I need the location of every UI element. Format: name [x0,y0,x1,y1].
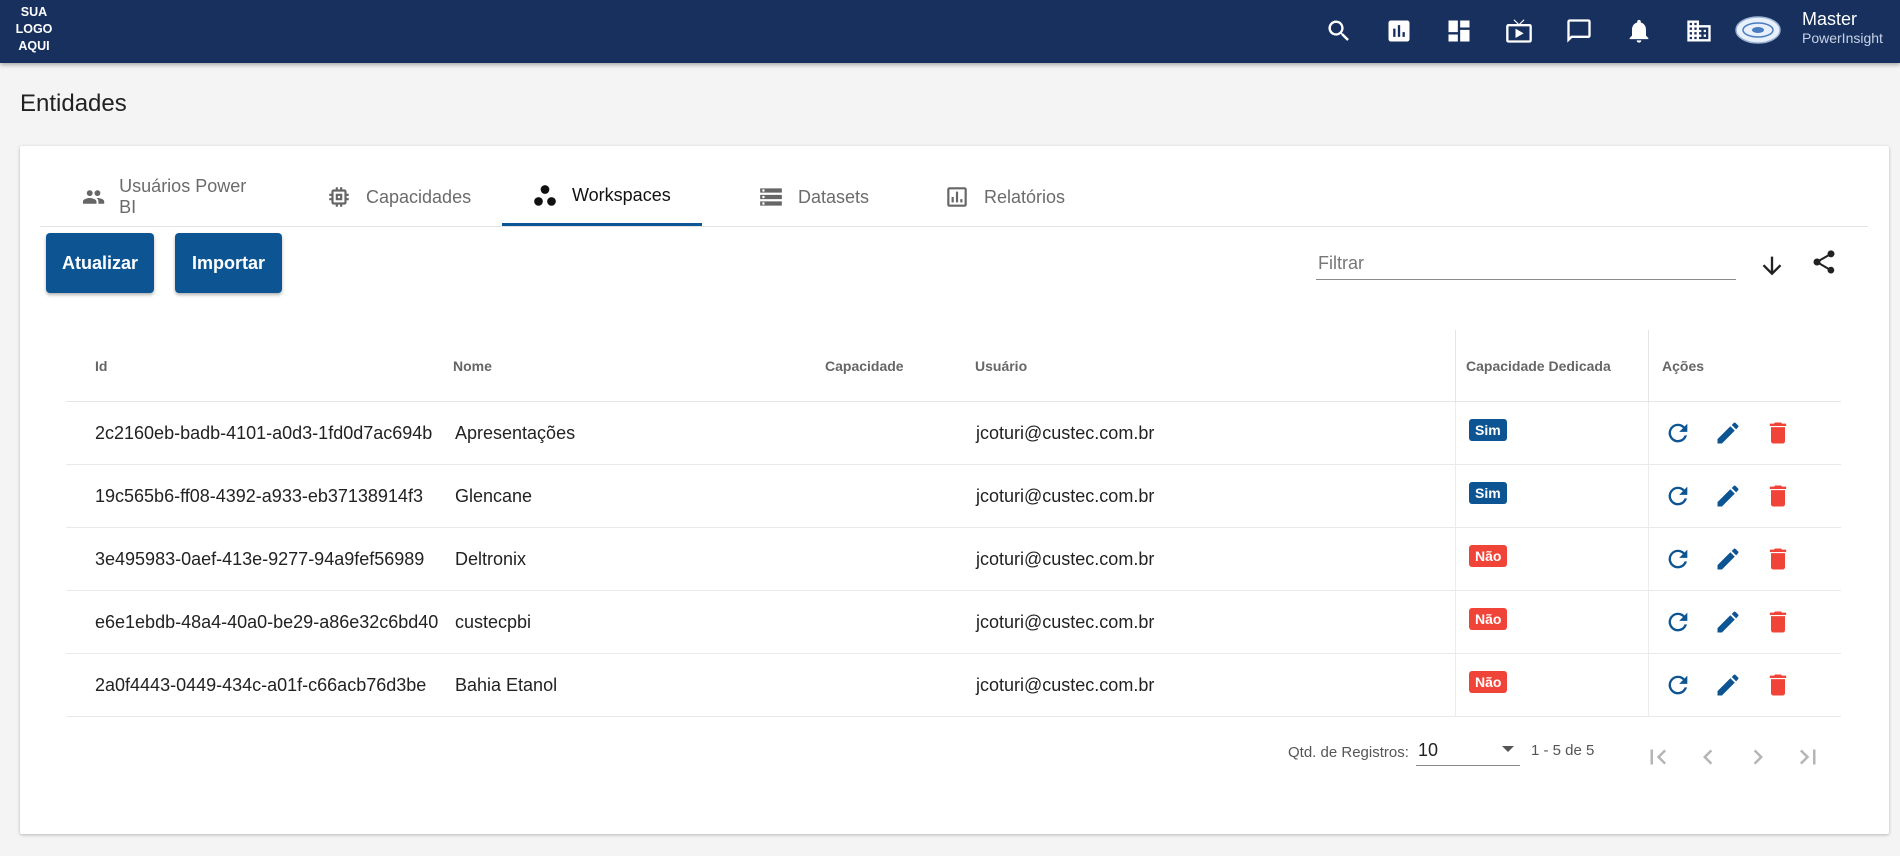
cell-id: e6e1ebdb-48a4-40a0-be29-a86e32c6bd40 [95,611,439,632]
logo[interactable]: SUA LOGO AQUI [14,4,54,55]
cell-id: 3e495983-0aef-413e-9277-94a9fef56989 [95,548,425,569]
cell-name: custecpbi [455,611,532,632]
tab-powerbi-users[interactable]: Usuários Power BI [52,168,252,226]
refresh-button[interactable]: Atualizar [46,233,154,293]
page-size-value: 10 [1418,740,1439,760]
dedicated-badge: Não [1469,671,1508,693]
import-button[interactable]: Importar [175,233,282,293]
refresh-icon[interactable] [1661,416,1695,450]
column-header-capacity[interactable]: Capacidade [825,330,904,401]
report-icon[interactable] [1382,14,1416,48]
tab-capacities[interactable]: Capacidades [296,168,476,226]
users-icon [82,190,105,204]
tab-bar: Usuários Power BI Capacidades Workspaces… [40,168,1868,227]
column-header-actions: Ações [1648,330,1841,401]
last-page-icon[interactable] [1791,740,1825,774]
cell-user: jcoturi@custec.com.br [976,611,1155,632]
dedicated-badge: Sim [1469,419,1507,441]
column-header-name[interactable]: Nome [453,330,492,401]
tab-label: Datasets [798,186,870,207]
page-title: Entidades [20,90,127,117]
edit-icon[interactable] [1711,668,1745,702]
cell-name: Deltronix [455,548,527,569]
cell-id: 2a0f4443-0449-434c-a01f-c66acb76d3be [95,674,427,695]
filter-input[interactable] [1316,248,1736,280]
search-icon[interactable] [1322,14,1356,48]
tab-label: Usuários Power BI [119,176,247,217]
dashboard-icon[interactable] [1442,14,1476,48]
tab-workspaces[interactable]: Workspaces [502,168,702,226]
column-header-id[interactable]: Id [95,330,107,401]
dedicated-badge: Sim [1469,482,1507,504]
tab-label: Capacidades [366,186,472,207]
delete-icon[interactable] [1761,668,1795,702]
table-row[interactable]: 3e495983-0aef-413e-9277-94a9fef56989 Del… [66,528,1841,591]
tab-label: Workspaces [572,185,671,205]
page-range: 1 - 5 de 5 [1531,742,1595,759]
user-org: PowerInsight [1802,30,1883,46]
refresh-icon[interactable] [1661,668,1695,702]
share-icon[interactable] [1808,246,1840,278]
edit-icon[interactable] [1711,416,1745,450]
cell-name: Bahia Etanol [455,674,558,695]
column-header-user[interactable]: Usuário [975,330,1027,401]
tv-icon[interactable] [1502,14,1536,48]
storage-icon [760,188,782,206]
tab-reports[interactable]: Relatórios [914,168,1094,226]
table-row[interactable]: 2a0f4443-0449-434c-a01f-c66acb76d3be Bah… [66,654,1841,717]
user-name: Master [1802,9,1858,29]
edit-icon[interactable] [1711,605,1745,639]
edit-icon[interactable] [1711,542,1745,576]
building-icon[interactable] [1682,14,1716,48]
avatar[interactable] [1735,15,1781,45]
first-page-icon[interactable] [1641,740,1675,774]
refresh-icon[interactable] [1661,479,1695,513]
next-page-icon[interactable] [1741,740,1775,774]
cell-id: 2c2160eb-badb-4101-a0d3-1fd0d7ac694b [95,422,433,443]
logo-line: SUA [20,5,48,19]
arrow-down-icon[interactable] [1756,250,1788,282]
refresh-icon[interactable] [1661,605,1695,639]
delete-icon[interactable] [1761,605,1795,639]
chart-icon [947,187,967,207]
page-size-select[interactable]: 10 [1416,734,1520,766]
logo-line: AQUI [18,39,50,53]
tab-datasets[interactable]: Datasets [728,168,908,226]
table-row[interactable]: e6e1ebdb-48a4-40a0-be29-a86e32c6bd40 cus… [66,591,1841,654]
workspaces-table: Id Nome Capacidade Usuário Capacidade De… [66,330,1841,717]
tab-label: Relatórios [984,186,1066,207]
refresh-icon[interactable] [1661,542,1695,576]
cell-user: jcoturi@custec.com.br [976,674,1155,695]
column-header-dedicated[interactable]: Capacidade Dedicada [1455,330,1648,401]
delete-icon[interactable] [1761,416,1795,450]
entities-card: Usuários Power BI Capacidades Workspaces… [20,146,1889,834]
logo-line: LOGO [15,22,53,36]
page-size-label: Qtd. de Registros: [1288,744,1409,761]
cell-user: jcoturi@custec.com.br [976,485,1155,506]
top-bar: SUA LOGO AQUI Master PowerInsight [0,0,1900,63]
dedicated-badge: Não [1469,545,1508,567]
cell-name: Glencane [455,485,533,506]
previous-page-icon[interactable] [1691,740,1725,774]
cell-id: 19c565b6-ff08-4392-a933-eb37138914f3 [95,485,423,506]
cell-user: jcoturi@custec.com.br [976,548,1155,569]
cell-user: jcoturi@custec.com.br [976,422,1155,443]
bell-icon[interactable] [1622,14,1656,48]
table-header: Id Nome Capacidade Usuário Capacidade De… [66,330,1841,402]
delete-icon[interactable] [1761,542,1795,576]
edit-icon[interactable] [1711,479,1745,513]
chevron-down-icon [1502,746,1514,752]
table-row[interactable]: 2c2160eb-badb-4101-a0d3-1fd0d7ac694b Apr… [66,402,1841,465]
table-row[interactable]: 19c565b6-ff08-4392-a933-eb37138914f3 Gle… [66,465,1841,528]
dedicated-badge: Não [1469,608,1508,630]
cell-name: Apresentações [455,422,576,443]
chat-icon[interactable] [1562,14,1596,48]
delete-icon[interactable] [1761,479,1795,513]
chip-icon [329,187,349,207]
user-info[interactable]: Master PowerInsight [1802,9,1883,47]
workspaces-icon [534,184,556,206]
